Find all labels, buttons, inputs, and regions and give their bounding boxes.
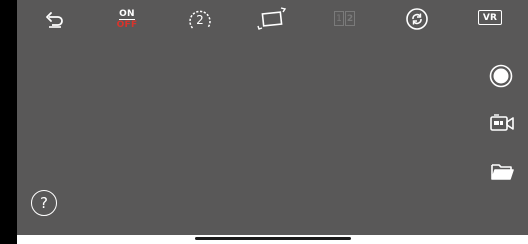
open-gallery-button[interactable]	[488, 159, 516, 183]
split-screen-button[interactable]: 1 2	[328, 7, 364, 31]
split-right-box: 2	[345, 11, 355, 26]
video-camera-icon	[490, 114, 514, 131]
power-off-label: OFF	[116, 20, 138, 30]
folder-icon	[491, 164, 514, 180]
capture-photo-button[interactable]	[488, 63, 514, 89]
split-screen-icon: 1	[334, 11, 344, 26]
split-left-label: 1	[336, 13, 342, 24]
refresh-icon	[406, 8, 428, 30]
dial-value: 2	[196, 13, 204, 27]
power-on-label: ON	[119, 9, 135, 20]
split-right-label: 2	[346, 13, 354, 24]
vr-mode-button[interactable]: VR	[478, 10, 502, 25]
rotate-screen-button[interactable]	[255, 6, 289, 32]
sync-button[interactable]	[404, 6, 430, 32]
left-bar	[0, 0, 17, 244]
power-toggle-button[interactable]: ON OFF	[114, 8, 140, 32]
home-indicator[interactable]	[195, 237, 351, 240]
record-video-button[interactable]	[488, 111, 516, 135]
back-arrow-icon	[46, 12, 63, 28]
dial-button[interactable]: 2	[184, 8, 216, 32]
rotate-screen-icon	[257, 7, 287, 30]
back-button[interactable]	[42, 8, 68, 32]
help-button[interactable]: ?	[31, 190, 57, 216]
camera-viewport	[17, 0, 528, 235]
shutter-icon	[489, 64, 513, 88]
